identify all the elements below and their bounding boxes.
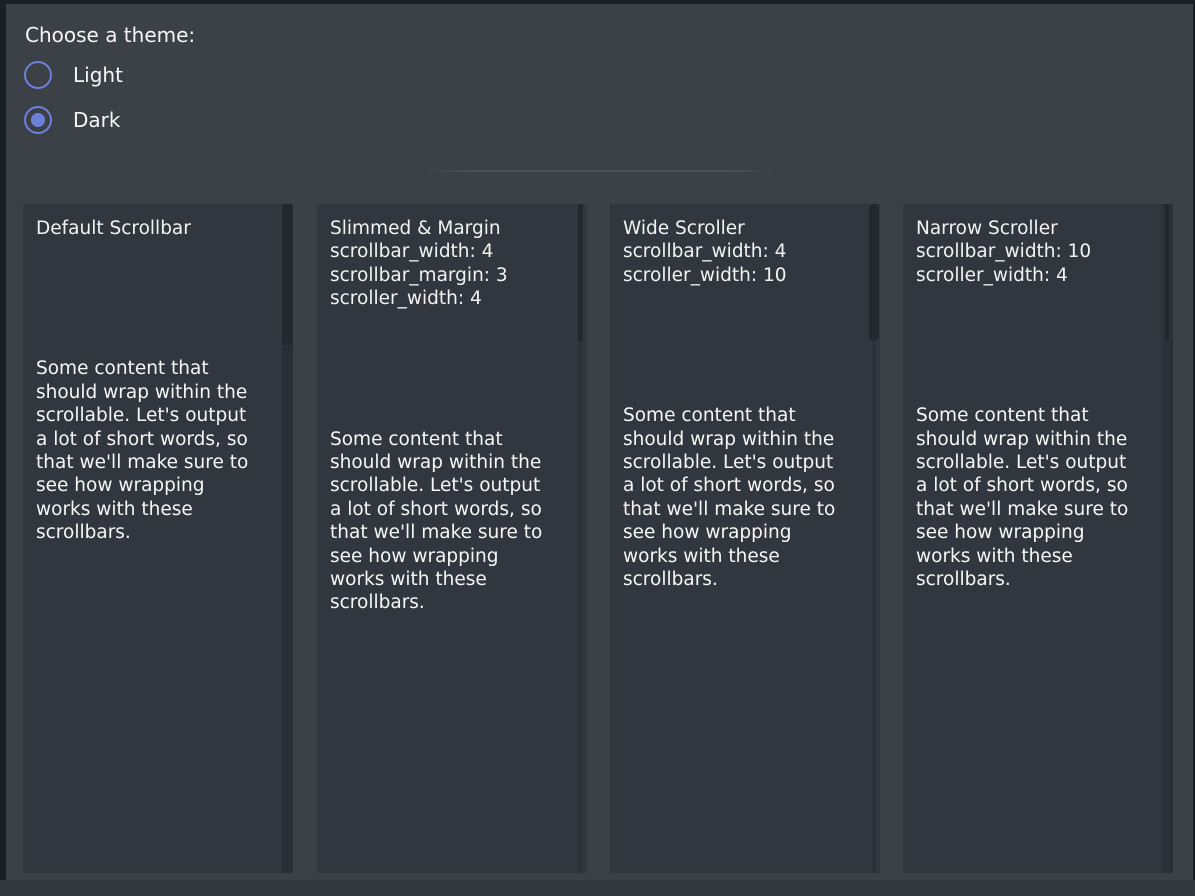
panel-title: Default Scrollbar xyxy=(36,217,267,240)
scroll-panel-narrow-scroller[interactable]: Narrow Scroller scrollbar_width: 10 scro… xyxy=(903,204,1173,873)
window-edge-left xyxy=(0,0,6,896)
panel-content: Some content that should wrap within the… xyxy=(36,357,267,544)
horizontal-rule xyxy=(427,170,772,172)
panel-body: Narrow Scroller scrollbar_width: 10 scro… xyxy=(903,204,1173,873)
scrollbar-thumb[interactable] xyxy=(282,204,293,345)
panel-body: Default Scrollbar Some content that shou… xyxy=(23,204,293,873)
radio-circle-light[interactable] xyxy=(24,61,52,89)
panel-params: scrollbar_width: 4 scrollbar_margin: 3 s… xyxy=(330,240,561,310)
window-edge-top xyxy=(0,0,1195,4)
radio-label-light: Light xyxy=(73,63,123,87)
scroll-panel-wide-scroller[interactable]: Wide Scroller scrollbar_width: 4 scrolle… xyxy=(610,204,880,873)
radio-circle-dark[interactable] xyxy=(24,106,52,134)
radio-label-dark: Dark xyxy=(73,108,120,132)
window-edge-bottom xyxy=(0,880,1195,896)
scroll-panel-default[interactable]: Default Scrollbar Some content that shou… xyxy=(23,204,293,873)
panel-body: Wide Scroller scrollbar_width: 4 scrolle… xyxy=(610,204,880,873)
scrollbar-thumb[interactable] xyxy=(869,204,879,341)
panel-body: Slimmed & Margin scrollbar_width: 4 scro… xyxy=(317,204,587,873)
panel-title: Slimmed & Margin xyxy=(330,217,561,240)
panel-content: Some content that should wrap within the… xyxy=(916,404,1147,591)
theme-picker-label: Choose a theme: xyxy=(25,23,195,47)
panel-params: scrollbar_width: 10 scroller_width: 4 xyxy=(916,240,1147,287)
panel-params: scrollbar_width: 4 scroller_width: 10 xyxy=(623,240,854,287)
panel-title: Wide Scroller xyxy=(623,217,854,240)
panel-title: Narrow Scroller xyxy=(916,217,1147,240)
radio-option-light[interactable]: Light xyxy=(24,61,123,89)
panel-content: Some content that should wrap within the… xyxy=(330,428,561,615)
panel-content: Some content that should wrap within the… xyxy=(623,404,854,591)
scroll-panel-slimmed-margin[interactable]: Slimmed & Margin scrollbar_width: 4 scro… xyxy=(317,204,587,873)
scrollbar-thumb[interactable] xyxy=(578,204,583,342)
scrollbar-thumb[interactable] xyxy=(1165,204,1169,342)
radio-option-dark[interactable]: Dark xyxy=(24,106,120,134)
radio-selected-dot xyxy=(31,113,45,127)
